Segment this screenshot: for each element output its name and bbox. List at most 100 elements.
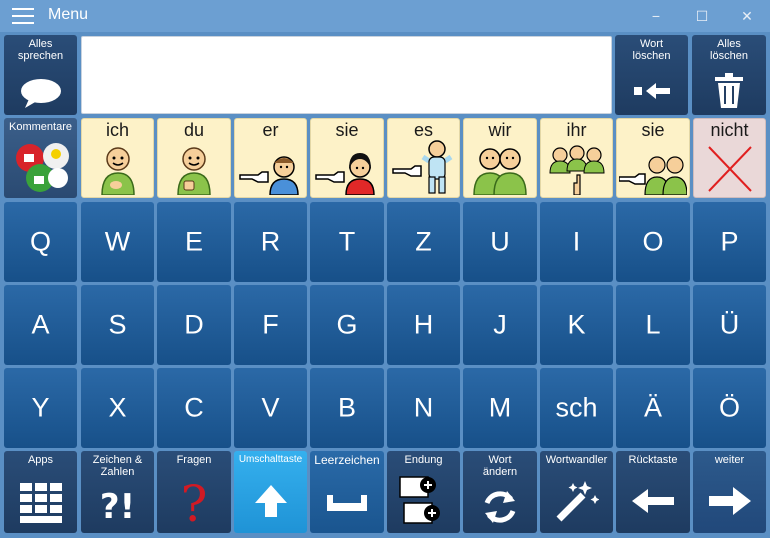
letter-key[interactable]: X: [81, 368, 154, 448]
word-label: er: [262, 120, 279, 140]
maximize-button[interactable]: ☐: [692, 6, 712, 26]
apps-button[interactable]: Apps: [4, 451, 77, 533]
letter-key[interactable]: E: [157, 202, 231, 282]
word-sie-singular[interactable]: sie: [310, 118, 384, 198]
delete-all-button[interactable]: Alles löschen: [692, 35, 766, 115]
space-label: Leerzeichen: [314, 453, 380, 467]
letter-key[interactable]: U: [463, 202, 537, 282]
word-es[interactable]: es: [387, 118, 460, 198]
letter-key-label: Ä: [643, 392, 662, 423]
letter-key[interactable]: V: [234, 368, 307, 448]
apps-grid-icon: [4, 483, 77, 523]
hamburger-menu-icon[interactable]: [12, 8, 34, 24]
letter-key[interactable]: Ä: [616, 368, 690, 448]
ending-button[interactable]: Endung: [387, 451, 460, 533]
letter-key[interactable]: W: [81, 202, 154, 282]
letter-key-label: J: [493, 309, 507, 340]
letter-key[interactable]: G: [310, 285, 384, 365]
letter-key[interactable]: R: [234, 202, 307, 282]
letter-key[interactable]: sch: [540, 368, 613, 448]
add-ending-icon: [387, 473, 460, 531]
letter-key-label: sch: [555, 392, 598, 423]
word-er[interactable]: er: [234, 118, 307, 198]
letter-key[interactable]: B: [310, 368, 384, 448]
minimize-button[interactable]: −: [646, 6, 666, 26]
letter-key[interactable]: A: [4, 285, 77, 365]
word-du[interactable]: du: [157, 118, 231, 198]
word-sie-plural[interactable]: sie: [616, 118, 690, 198]
letter-key[interactable]: Ü: [693, 285, 766, 365]
letter-key[interactable]: C: [157, 368, 231, 448]
backspace-button[interactable]: Rücktaste: [616, 451, 690, 533]
letter-key[interactable]: P: [693, 202, 766, 282]
letter-key[interactable]: N: [387, 368, 460, 448]
letter-key[interactable]: M: [463, 368, 537, 448]
word-label: ihr: [566, 120, 587, 140]
speech-bubble-icon: [4, 77, 77, 109]
letter-key-label: M: [488, 392, 512, 423]
letter-key[interactable]: Q: [4, 202, 77, 282]
letter-key[interactable]: O: [616, 202, 690, 282]
letter-key-label: C: [184, 392, 204, 423]
trash-icon: [692, 73, 766, 109]
letter-key-label: P: [720, 226, 739, 257]
letter-key[interactable]: I: [540, 202, 613, 282]
word-label: sie: [335, 120, 359, 140]
symbols-numbers-button[interactable]: Zeichen & Zahlen ?!: [81, 451, 154, 533]
close-button[interactable]: ✕: [737, 6, 757, 26]
letter-key-label: K: [567, 309, 586, 340]
letter-key-label: Ü: [719, 309, 740, 340]
ending-label: Endung: [404, 454, 443, 466]
comments-label: Kommentare: [9, 121, 72, 133]
letter-key-label: G: [336, 309, 358, 340]
arrow-left-dot-icon: [615, 81, 688, 101]
letter-key[interactable]: K: [540, 285, 613, 365]
next-label: weiter: [714, 454, 745, 466]
speak-all-label: Alles sprechen: [17, 38, 64, 62]
letter-key[interactable]: D: [157, 285, 231, 365]
letter-key[interactable]: F: [234, 285, 307, 365]
letter-key[interactable]: Y: [4, 368, 77, 448]
letter-key[interactable]: J: [463, 285, 537, 365]
letter-key-label: Y: [31, 392, 50, 423]
word-label: ich: [105, 120, 129, 140]
speak-all-button[interactable]: Alles sprechen: [4, 35, 77, 115]
letter-key-label: L: [645, 309, 661, 340]
message-text-area[interactable]: [81, 36, 612, 114]
letter-key-label: H: [413, 309, 434, 340]
pointing-girl-icon: [311, 151, 383, 195]
word-label: nicht: [710, 120, 749, 140]
letter-key-label: S: [108, 309, 127, 340]
delete-word-button[interactable]: Wort löschen: [615, 35, 688, 115]
letter-key[interactable]: L: [616, 285, 690, 365]
letter-key-label: U: [490, 226, 510, 257]
letter-key[interactable]: Z: [387, 202, 460, 282]
word-ihr[interactable]: ihr: [540, 118, 613, 198]
letter-key[interactable]: T: [310, 202, 384, 282]
letter-key-label: T: [338, 226, 356, 257]
comments-button[interactable]: Kommentare: [4, 118, 77, 198]
questions-label: Fragen: [176, 454, 212, 466]
next-button[interactable]: weiter: [693, 451, 766, 533]
change-word-button[interactable]: Wort ändern: [463, 451, 537, 533]
space-button[interactable]: Leerzeichen: [310, 451, 384, 533]
two-people-self-icon: [464, 145, 536, 195]
letter-key-label: Ö: [718, 392, 740, 423]
delete-all-label: Alles löschen: [710, 38, 748, 62]
title-bar: Menu − ☐ ✕: [0, 0, 770, 32]
word-changer-button[interactable]: Wortwandler: [540, 451, 613, 533]
word-wir[interactable]: wir: [463, 118, 537, 198]
letter-key-label: N: [413, 392, 434, 423]
questions-button[interactable]: Fragen ?: [157, 451, 231, 533]
word-label: es: [413, 120, 433, 140]
letter-key[interactable]: H: [387, 285, 460, 365]
letter-key-label: X: [108, 392, 127, 423]
letter-key[interactable]: S: [81, 285, 154, 365]
letter-key[interactable]: Ö: [693, 368, 766, 448]
backspace-label: Rücktaste: [628, 454, 678, 466]
letter-key-label: W: [104, 226, 131, 257]
shift-button[interactable]: Umschalttaste: [234, 451, 307, 533]
shift-arrow-icon: [234, 483, 307, 519]
word-nicht[interactable]: nicht: [693, 118, 766, 198]
word-ich[interactable]: ich: [81, 118, 154, 198]
